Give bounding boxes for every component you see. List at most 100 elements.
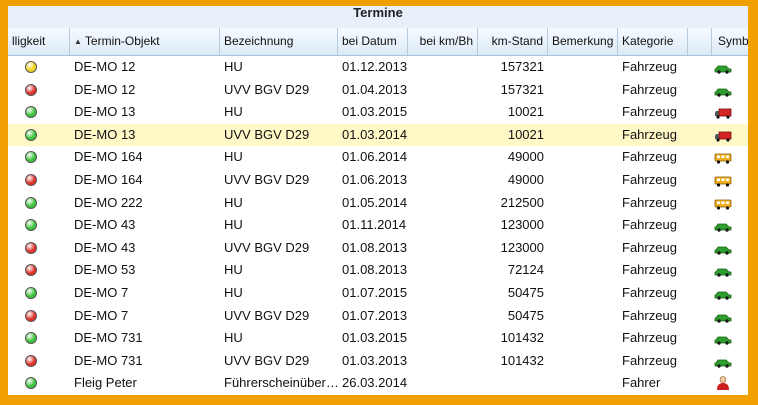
cell-object: DE-MO 43 — [74, 217, 136, 233]
cell-desc: HU — [224, 284, 243, 300]
cell-kmbh — [408, 169, 478, 192]
column-header-description[interactable]: Bezeichnung — [220, 28, 338, 55]
cell-cat: Fahrzeug — [622, 81, 677, 97]
column-header-date[interactable]: bei Datum — [338, 28, 408, 55]
table-row[interactable]: DE-MO 12 UVV BGV D29 01.04.2013 157321 Fahrz… — [8, 79, 748, 102]
cell-date: 01.07.2015 — [342, 284, 408, 300]
cell-date: 01.04.2013 — [342, 81, 408, 97]
cell-cat: Fahrzeug — [622, 307, 677, 323]
cell-kmbh — [408, 146, 478, 169]
cell-note — [548, 305, 618, 328]
car-icon — [714, 288, 732, 300]
cell-desc: HU — [224, 330, 243, 346]
cell-object: DE-MO 222 — [74, 194, 143, 210]
status-indicator-icon — [25, 354, 37, 367]
cell-cat: Fahrzeug — [622, 149, 677, 165]
cell-object: DE-MO 164 — [74, 149, 143, 165]
cell-desc: HU — [224, 104, 243, 120]
cell-cat: Fahrzeug — [622, 171, 677, 187]
cell-km: 157321 — [500, 81, 544, 97]
cell-object: DE-MO 13 — [74, 126, 136, 142]
cell-kmbh — [408, 372, 478, 395]
cell-km: 49000 — [507, 149, 544, 165]
cell-object: Fleig Peter — [74, 375, 137, 391]
cell-date: 01.03.2015 — [342, 330, 408, 346]
table-row[interactable]: DE-MO 12 HU 01.12.2013 157321 Fahrzeug — [8, 56, 748, 79]
table-row[interactable]: DE-MO 13 UVV BGV D29 01.03.2014 10021 Fahrze… — [8, 123, 748, 147]
table-row[interactable]: DE-MO 164 HU 01.06.2014 49000 Fahrzeug — [8, 146, 748, 169]
column-header-category[interactable]: Kategorie — [618, 28, 688, 55]
cell-km: 49000 — [507, 171, 544, 187]
cell-cat: Fahrzeug — [622, 194, 677, 210]
cell-object: DE-MO 731 — [74, 352, 143, 368]
car-icon — [714, 333, 732, 345]
table-row[interactable]: Fleig Peter Führerscheinüber… 26.03.2014 Fa… — [8, 372, 748, 395]
cell-desc: HU — [224, 217, 243, 233]
cell-desc: HU — [224, 59, 243, 74]
column-header-symbol[interactable]: Symbo — [712, 28, 748, 55]
column-header-note[interactable]: Bemerkung — [548, 28, 618, 55]
cell-kmbh — [408, 327, 478, 350]
table-body: DE-MO 12 HU 01.12.2013 157321 Fahrzeug DE-MO … — [8, 56, 748, 395]
column-header-status[interactable]: lligkeit — [8, 28, 70, 55]
car-icon — [714, 243, 732, 255]
cell-date: 01.05.2014 — [342, 194, 408, 210]
car-icon — [714, 265, 732, 278]
cell-cat: Fahrzeug — [622, 217, 677, 233]
cell-desc: UVV BGV D29 — [224, 126, 310, 142]
cell-note — [548, 56, 618, 79]
table-row[interactable]: DE-MO 222 HU 01.05.2014 212500 Fahrzeug — [8, 192, 748, 215]
column-header-kmbh[interactable]: bei km/Bh — [408, 28, 478, 55]
column-header-blank[interactable] — [688, 28, 712, 55]
table-row[interactable]: DE-MO 43 HU 01.11.2014 123000 Fahrzeug — [8, 214, 748, 237]
person-icon — [714, 376, 732, 391]
cell-cat: Fahrzeug — [622, 126, 677, 142]
bus-icon — [714, 152, 732, 164]
table-row[interactable]: DE-MO 7 HU 01.07.2015 50475 Fahrzeug — [8, 282, 748, 305]
column-header-object[interactable]: ▲ Termin-Objekt — [70, 28, 220, 55]
table-row[interactable]: DE-MO 731 HU 01.03.2015 101432 Fahrzeug — [8, 327, 748, 350]
status-indicator-icon — [25, 61, 37, 73]
cell-date: 01.03.2014 — [342, 126, 408, 142]
cell-object: DE-MO 43 — [74, 239, 136, 255]
cell-cat: Fahrer — [622, 375, 661, 391]
cell-note — [548, 214, 618, 237]
table-row[interactable]: DE-MO 731 UVV BGV D29 01.03.2013 101432 Fahr… — [8, 350, 748, 373]
table-row[interactable]: DE-MO 164 UVV BGV D29 01.06.2013 49000 Fahrz… — [8, 169, 748, 192]
status-indicator-icon — [25, 332, 37, 345]
cell-date: 01.06.2013 — [342, 171, 408, 187]
table-row[interactable]: DE-MO 53 HU 01.08.2013 72124 Fahrzeug — [8, 259, 748, 282]
cell-km: 50475 — [507, 284, 544, 300]
column-header-km[interactable]: km-Stand — [478, 28, 548, 55]
cell-object: DE-MO 53 — [74, 262, 136, 278]
cell-note — [548, 192, 618, 215]
cell-date: 01.06.2014 — [342, 149, 408, 165]
cell-kmbh — [408, 56, 478, 79]
cell-object: DE-MO 12 — [74, 81, 136, 97]
cell-km: 101432 — [500, 330, 544, 346]
status-indicator-icon — [25, 286, 37, 299]
table-row[interactable]: DE-MO 13 HU 01.03.2015 10021 Fahrzeug — [8, 101, 748, 124]
cell-note — [548, 282, 618, 305]
cell-desc: HU — [224, 262, 243, 278]
table-row[interactable]: DE-MO 43 UVV BGV D29 01.08.2013 123000 Fahrz… — [8, 237, 748, 260]
car-icon — [714, 85, 732, 97]
window-title: Termine — [8, 6, 748, 29]
cell-date: 01.03.2013 — [342, 352, 408, 368]
cell-note — [548, 372, 618, 395]
cell-note — [548, 259, 618, 282]
status-indicator-icon — [25, 106, 37, 119]
cell-km: 123000 — [500, 239, 544, 255]
status-indicator-icon — [25, 173, 37, 186]
cell-desc: UVV BGV D29 — [224, 81, 310, 97]
cell-cat: Fahrzeug — [622, 352, 677, 368]
cell-object: DE-MO 7 — [74, 307, 129, 323]
cell-desc: UVV BGV D29 — [224, 307, 310, 323]
cell-date: 01.08.2013 — [342, 262, 408, 278]
cell-desc: HU — [224, 194, 243, 210]
table-row[interactable]: DE-MO 7 UVV BGV D29 01.07.2013 50475 Fahrzeu… — [8, 305, 748, 328]
car-icon — [714, 62, 732, 74]
cell-km: 157321 — [500, 59, 544, 74]
cell-date: 26.03.2014 — [342, 375, 408, 391]
cell-note — [548, 350, 618, 373]
